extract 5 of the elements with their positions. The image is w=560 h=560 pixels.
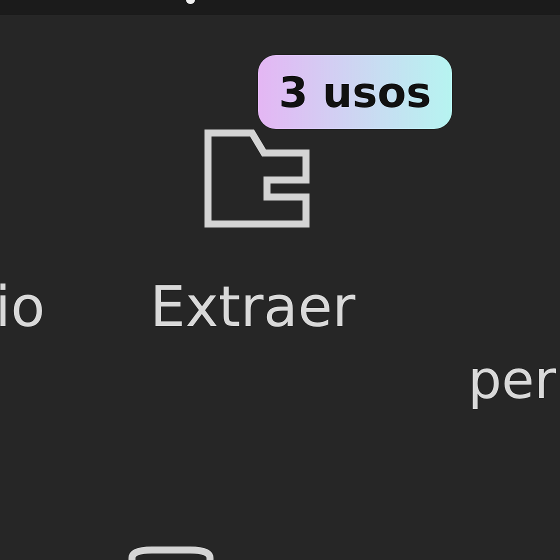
tile-label[interactable]: per [468, 354, 556, 407]
tile-label[interactable]: Extraer [150, 280, 356, 336]
rounded-shape-icon [128, 546, 214, 560]
tile-label[interactable]: io [0, 280, 45, 336]
usage-badge: 3 usos [258, 55, 452, 129]
